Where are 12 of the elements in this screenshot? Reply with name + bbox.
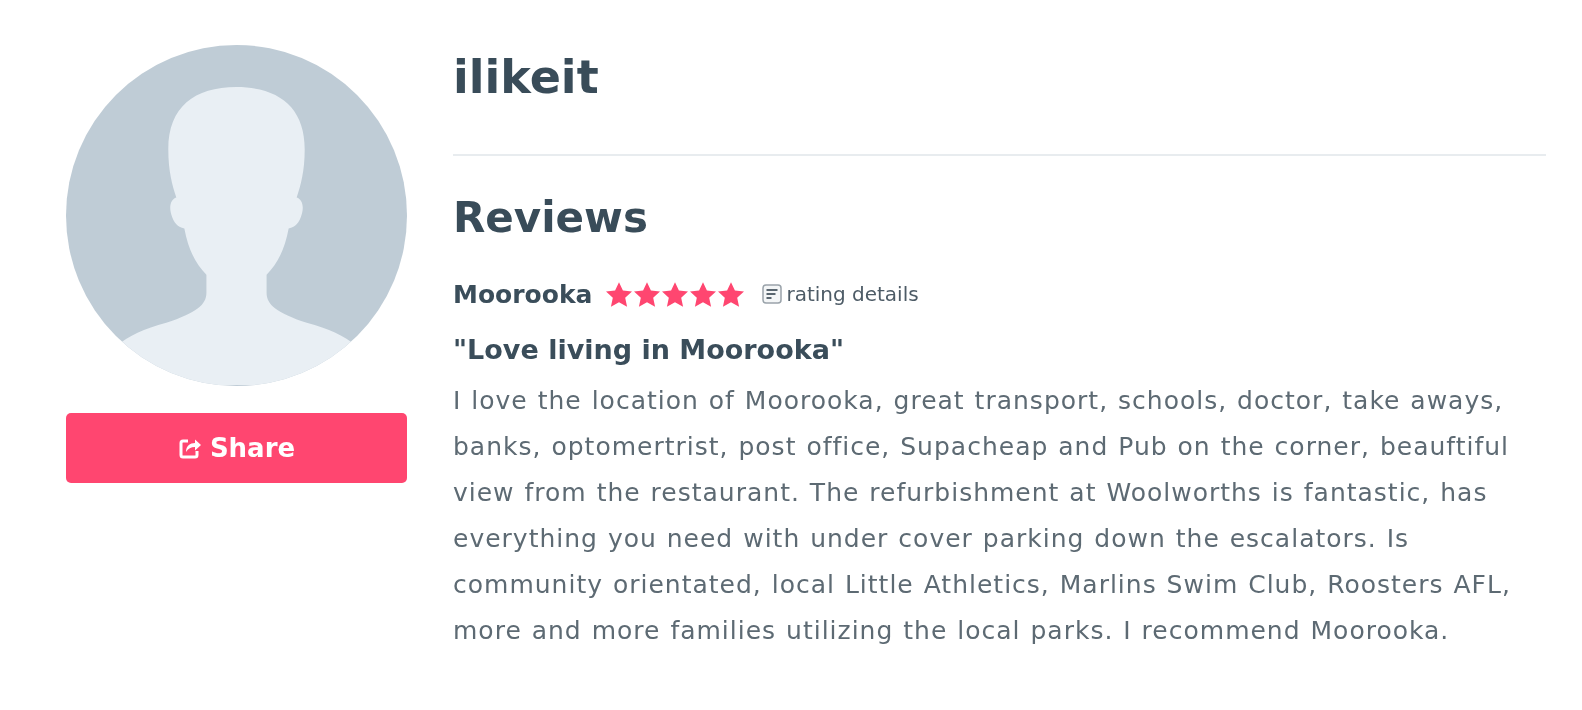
review-title: "Love living in Moorooka" xyxy=(453,333,845,367)
star-icon xyxy=(606,281,633,307)
star-icon xyxy=(634,281,661,307)
star-icon xyxy=(690,281,717,307)
star-icon xyxy=(718,281,745,307)
star-icon xyxy=(662,281,689,307)
reviews-heading: Reviews xyxy=(453,192,649,244)
review-text: I love the location of Moorooka, great transport, schools, doctor, take aways, banks, optomertrist, post office, Supacheap and Pub on the corner, beauftiful view from the restaurant. The refurbishment at Woolworths is fantastic, has everything you need with under cover parking down the escalators. Is community orientated, local Little Athletics, Marlins Swim Club, Roosters AFL, more and more families utilizing the local parks. I recommend Moorooka. xyxy=(453,385,1512,647)
username-heading: ilikeit xyxy=(453,49,600,106)
list-icon xyxy=(762,284,783,304)
suburb-name: Moorooka xyxy=(453,279,593,309)
rating-details-link[interactable]: rating details xyxy=(786,282,919,306)
